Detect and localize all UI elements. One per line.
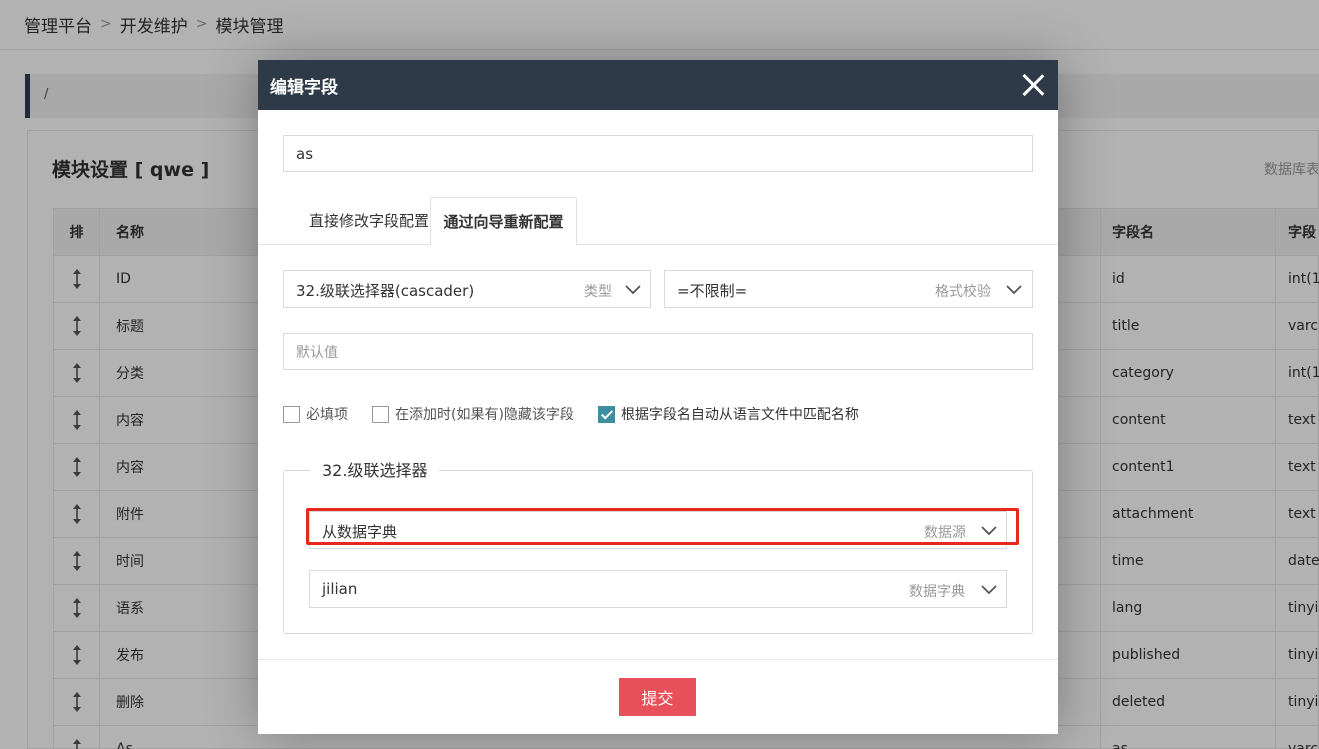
divider <box>258 659 1058 660</box>
dictionary-value: jilian <box>322 580 358 598</box>
dialog-header: 编辑字段 <box>258 60 1058 110</box>
data-source-hint: 数据源 <box>924 525 966 541</box>
close-icon[interactable] <box>1020 72 1046 98</box>
checkbox-box <box>283 405 300 423</box>
cascader-group-legend: 32.级联选择器 <box>310 457 440 481</box>
chevron-down-icon <box>1006 285 1022 295</box>
cascader-group: 32.级联选择器 从数据字典 数据源 jilian 数据字典 <box>283 457 1033 634</box>
format-select[interactable]: =不限制= 格式校验 <box>664 270 1033 308</box>
submit-button[interactable]: 提交 <box>619 678 696 716</box>
required-label: 必填项 <box>306 407 348 423</box>
required-checkbox[interactable]: 必填项 <box>283 404 348 424</box>
default-value-input[interactable]: 默认值 <box>283 333 1033 370</box>
config-tabs: 直接修改字段配置 通过向导重新配置 <box>258 197 1058 246</box>
checkbox-checked <box>597 405 615 423</box>
format-select-hint: 格式校验 <box>935 284 991 300</box>
checkbox-group: 必填项 在添加时(如果有)隐藏该字段 根据字段名自动从语言文件中匹配名称 <box>283 404 883 424</box>
dialog-title: 编辑字段 <box>270 78 338 98</box>
checkbox-box <box>372 405 389 423</box>
default-value-placeholder: 默认值 <box>296 344 338 361</box>
type-select-hint: 类型 <box>584 284 612 300</box>
edit-field-dialog: 编辑字段 as 直接修改字段配置 通过向导重新配置 32.级联选择器(casca… <box>258 60 1058 734</box>
dictionary-hint: 数据字典 <box>909 584 965 600</box>
hide-on-add-checkbox[interactable]: 在添加时(如果有)隐藏该字段 <box>372 404 574 424</box>
data-source-value: 从数据字典 <box>322 523 398 541</box>
data-source-select[interactable]: 从数据字典 数据源 <box>309 511 1007 549</box>
hide-on-add-label: 在添加时(如果有)隐藏该字段 <box>395 407 574 423</box>
auto-name-checkbox[interactable]: 根据字段名自动从语言文件中匹配名称 <box>597 404 859 424</box>
tab-wizard[interactable]: 通过向导重新配置 <box>430 197 577 246</box>
chevron-down-icon <box>625 285 641 295</box>
type-select-value: 32.级联选择器(cascader) <box>296 282 475 300</box>
type-select[interactable]: 32.级联选择器(cascader) 类型 <box>283 270 651 308</box>
field-name-input[interactable]: as <box>283 135 1033 172</box>
dictionary-select[interactable]: jilian 数据字典 <box>309 570 1007 608</box>
auto-name-label: 根据字段名自动从语言文件中匹配名称 <box>620 407 859 423</box>
chevron-down-icon <box>981 585 997 595</box>
field-name-value: as <box>296 144 314 163</box>
chevron-down-icon <box>981 526 997 536</box>
format-select-value: =不限制= <box>677 282 748 300</box>
